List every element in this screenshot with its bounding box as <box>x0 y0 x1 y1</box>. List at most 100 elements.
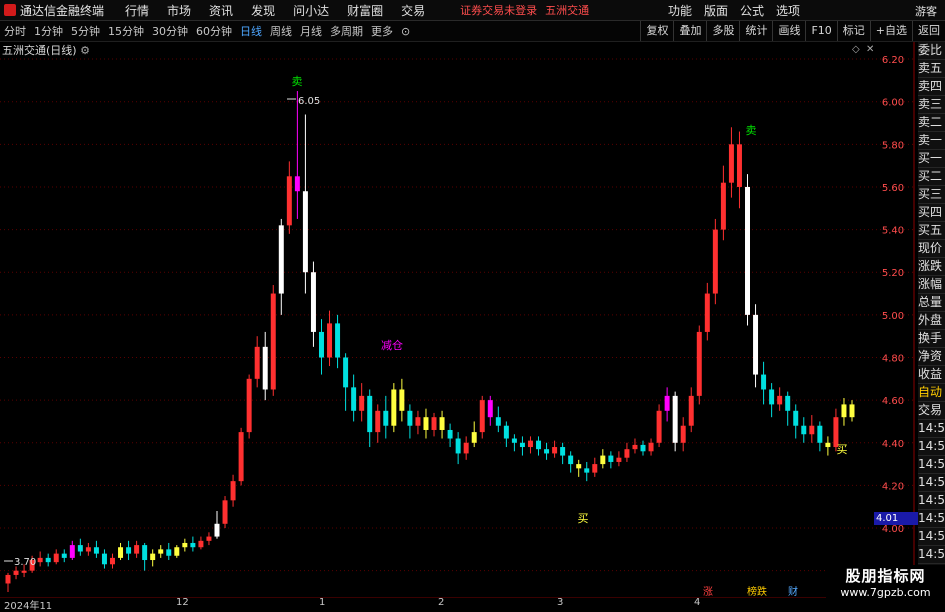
price-tick-label: 4.60 <box>882 396 904 407</box>
sidebar-item[interactable]: 净资 <box>918 348 945 366</box>
gear-icon[interactable]: ⚙ <box>80 44 90 57</box>
sidebar-item[interactable]: 买二 <box>918 168 945 186</box>
sidebar-item[interactable]: 外盘 <box>918 312 945 330</box>
period-5min[interactable]: 5分钟 <box>67 23 104 39</box>
candle-body <box>761 374 767 390</box>
candle-body <box>519 442 525 448</box>
period-monthly[interactable]: 月线 <box>296 23 326 39</box>
more-dropdown-icon[interactable]: ⊙ <box>397 25 414 38</box>
period-more[interactable]: 更多 <box>367 23 397 39</box>
sidebar-item[interactable]: 交易 <box>918 402 945 420</box>
back-button[interactable]: 返回 <box>912 21 945 41</box>
sidebar-item[interactable]: 14:56 <box>918 510 945 528</box>
period-daily[interactable]: 日线 <box>236 23 266 39</box>
high-price-label: 6.05 <box>298 96 320 107</box>
sidebar-item[interactable]: 14:56 <box>918 474 945 492</box>
sidebar-item[interactable]: 14:56 <box>918 492 945 510</box>
menu-market[interactable]: 市场 <box>158 2 200 19</box>
period-weekly[interactable]: 周线 <box>266 23 296 39</box>
sidebar-item[interactable]: 总量 <box>918 294 945 312</box>
f10-button[interactable]: F10 <box>805 21 836 41</box>
chart-title-row: 五洲交通(日线) ⚙ <box>2 42 90 58</box>
candle-body <box>407 410 413 426</box>
candle-body <box>455 438 461 454</box>
sidebar-item[interactable]: 卖三 <box>918 96 945 114</box>
login-notice[interactable]: 证券交易未登录 <box>460 2 537 18</box>
price-tick-label: 4.80 <box>882 354 904 365</box>
menu-trade[interactable]: 交易 <box>392 2 434 19</box>
sidebar-item[interactable]: 买四 <box>918 204 945 222</box>
candle-body <box>600 455 606 465</box>
ranking-flag[interactable]: 榜跌 <box>747 583 767 598</box>
sidebar-item[interactable]: 14:56 <box>918 420 945 438</box>
buy-signal-label: 买 <box>837 443 848 456</box>
period-tick[interactable]: 分时 <box>0 23 30 39</box>
sidebar-item[interactable]: 卖五 <box>918 60 945 78</box>
statistics-button[interactable]: 统计 <box>739 21 772 41</box>
candle-body <box>704 293 710 332</box>
menu-formula[interactable]: 公式 <box>734 2 770 19</box>
price-tick-label: 5.00 <box>882 311 904 322</box>
menu-ask[interactable]: 问小达 <box>284 2 338 19</box>
period-multi[interactable]: 多周期 <box>326 23 367 39</box>
sidebar-item[interactable]: 收益 <box>918 366 945 384</box>
sidebar-item[interactable]: 涨跌 <box>918 258 945 276</box>
candle-body <box>544 449 550 454</box>
candle-body <box>584 468 590 473</box>
menu-options[interactable]: 选项 <box>770 2 806 19</box>
multi-stock-button[interactable]: 多股 <box>706 21 739 41</box>
add-watchlist-button[interactable]: +自选 <box>869 21 912 41</box>
period-30min[interactable]: 30分钟 <box>148 23 192 39</box>
menu-function[interactable]: 功能 <box>662 2 698 19</box>
candle-body <box>511 438 517 443</box>
menu-discover[interactable]: 发现 <box>242 2 284 19</box>
guest-button[interactable]: 游客 <box>915 3 937 19</box>
period-1min[interactable]: 1分钟 <box>30 23 67 39</box>
sidebar-item[interactable]: 14:56 <box>918 456 945 474</box>
menu-quotes[interactable]: 行情 <box>116 2 158 19</box>
menu-layout[interactable]: 版面 <box>698 2 734 19</box>
sidebar-item[interactable]: 买五 <box>918 222 945 240</box>
sidebar-item[interactable]: 自动 <box>918 384 945 402</box>
menu-bar: 通达信金融终端 行情 市场 资讯 发现 问小达 财富圈 交易 证券交易未登录 五… <box>0 0 945 21</box>
sidebar-item[interactable]: 卖四 <box>918 78 945 96</box>
sidebar-item[interactable]: 卖二 <box>918 114 945 132</box>
sidebar-item[interactable]: 14:56 <box>918 546 945 564</box>
kline-chart[interactable]: 6.20 6.00 5.80 5.60 5.40 5.20 5.00 4.80 4.60 4.40… <box>0 42 918 602</box>
sidebar-item[interactable]: 换手 <box>918 330 945 348</box>
menu-wealth[interactable]: 财富圈 <box>338 2 392 19</box>
mark-button[interactable]: 标记 <box>836 21 870 41</box>
candle-body <box>527 440 533 448</box>
overlay-button[interactable]: 叠加 <box>673 21 706 41</box>
period-60min[interactable]: 60分钟 <box>192 23 236 39</box>
sidebar-item[interactable]: 现价 <box>918 240 945 258</box>
date-label: 1 <box>319 597 326 608</box>
candle-body <box>69 545 75 558</box>
draw-button[interactable]: 画线 <box>772 21 805 41</box>
candle-body <box>53 553 59 563</box>
limit-up-flag[interactable]: 涨 <box>703 583 713 598</box>
candle-body <box>77 545 83 552</box>
reduce-signal-label: 减仓 <box>381 338 403 352</box>
menu-news[interactable]: 资讯 <box>200 2 242 19</box>
candle-body <box>664 395 670 411</box>
low-price-label: 3.70 <box>14 557 36 568</box>
candle-body <box>712 229 718 294</box>
stock-notice[interactable]: 五洲交通 <box>545 2 589 18</box>
candle-body <box>230 481 236 501</box>
finance-flag[interactable]: 财 <box>788 583 798 598</box>
sidebar-item[interactable]: 卖一 <box>918 132 945 150</box>
candle-body <box>680 425 686 443</box>
sidebar-item[interactable]: 买三 <box>918 186 945 204</box>
sidebar-item[interactable]: 委比 <box>918 42 945 60</box>
adjust-button[interactable]: 复权 <box>640 21 673 41</box>
sidebar-item[interactable]: 买一 <box>918 150 945 168</box>
watermark: 股朋指标网 www.7gpzb.com <box>826 565 945 609</box>
sidebar-item[interactable]: 涨幅 <box>918 276 945 294</box>
candle-body <box>720 182 726 230</box>
sidebar-item[interactable]: 14:56 <box>918 438 945 456</box>
candle-body <box>278 225 284 294</box>
period-15min[interactable]: 15分钟 <box>104 23 148 39</box>
diamond-icon: ◇ <box>852 44 860 55</box>
sidebar-item[interactable]: 14:56 <box>918 528 945 546</box>
